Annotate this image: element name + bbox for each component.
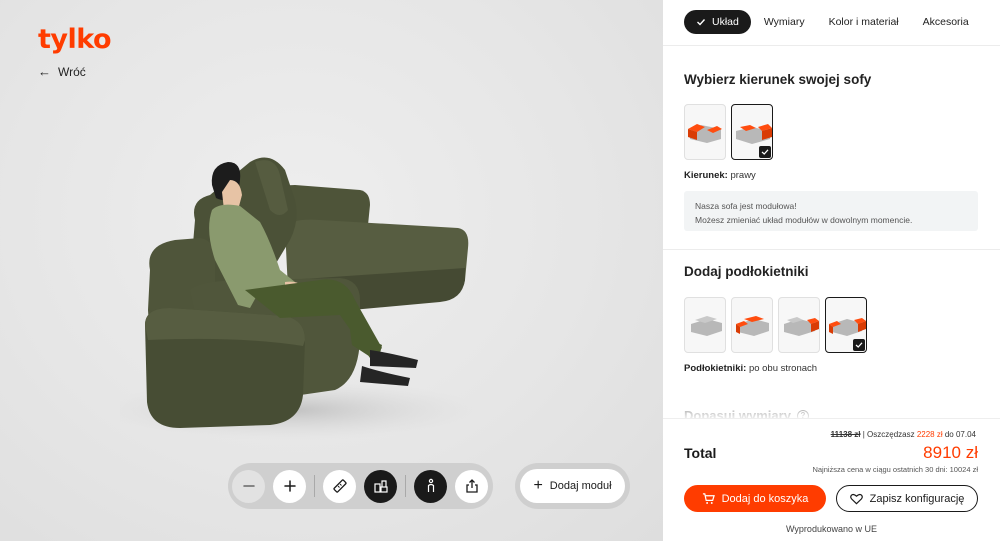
- sofa-thumbnail-icon: [688, 124, 722, 143]
- savings-suffix: do 07.04: [944, 430, 976, 439]
- armrest-options: [684, 297, 867, 353]
- checkout-bar: 11138 zł | Oszczędzasz 2228 zł do 07.04 …: [663, 418, 1000, 541]
- armrest-option-right[interactable]: [778, 297, 820, 353]
- sofa-thumbnail-icon: [736, 316, 769, 336]
- sofa-thumbnail-icon: [736, 124, 772, 144]
- share-icon: [465, 479, 478, 493]
- info-line-1: Nasza sofa jest modułowa!: [695, 201, 797, 211]
- arrow-left-icon: ←: [38, 64, 51, 79]
- direction-value-line: Kierunek: prawy: [684, 170, 756, 181]
- add-module-button[interactable]: + Dodaj moduł: [520, 469, 625, 503]
- modular-info-box: Nasza sofa jest modułowa! Możesz zmienia…: [684, 191, 978, 231]
- direction-option-right[interactable]: [731, 104, 773, 160]
- savings-amount: 2228 zł: [916, 430, 943, 439]
- armrest-option-left[interactable]: [731, 297, 773, 353]
- armrest-option-none[interactable]: [684, 297, 726, 353]
- sofa-thumbnail-icon: [829, 318, 866, 336]
- divider: [663, 45, 1000, 46]
- tab-label: Układ: [712, 16, 739, 28]
- promo-line: 11138 zł | Oszczędzasz 2228 zł do 07.04: [831, 430, 976, 439]
- direction-title: Wybierz kierunek swojej sofy: [684, 72, 872, 87]
- divider: [663, 249, 1000, 250]
- plus-icon: [283, 480, 296, 492]
- direction-option-left[interactable]: [684, 104, 726, 160]
- view-toolbar: [228, 463, 493, 509]
- armrest-value-line: Podłokietniki: po obu stronach: [684, 363, 817, 374]
- add-to-cart-button[interactable]: Dodaj do koszyka: [684, 485, 826, 512]
- back-link[interactable]: ← Wróć: [38, 64, 86, 79]
- save-configuration-label: Zapisz konfigurację: [869, 492, 965, 505]
- direction-value-label: Kierunek:: [684, 170, 728, 181]
- heart-icon: [849, 493, 863, 504]
- add-to-cart-label: Dodaj do koszyka: [721, 492, 809, 505]
- old-price: 11138 zł: [830, 430, 861, 439]
- tab-label: Wymiary: [763, 16, 805, 28]
- minus-icon: [242, 485, 255, 487]
- tab-label: Akcesoria: [922, 16, 969, 28]
- selected-check-icon: [853, 339, 865, 351]
- direction-value: prawy: [730, 170, 756, 181]
- tab-layout[interactable]: Układ: [684, 10, 751, 34]
- configurator-panel: Układ Wymiary Kolor i materiał Akcesoria…: [663, 0, 1000, 541]
- sofa-thumbnail-icon: [784, 317, 819, 336]
- save-configuration-button[interactable]: Zapisz konfigurację: [836, 485, 978, 512]
- info-line-2: Możesz zmieniać układ modułów w dowolnym…: [695, 215, 913, 225]
- toolbar-divider: [314, 475, 315, 497]
- room-view-button[interactable]: [364, 469, 397, 503]
- armrest-value: po obu stronach: [748, 363, 818, 374]
- tab-color-material[interactable]: Kolor i materiał: [818, 10, 910, 34]
- check-icon: [697, 19, 706, 26]
- selected-check-icon: [759, 146, 771, 158]
- tab-accessories[interactable]: Akcesoria: [912, 10, 980, 34]
- sofa-render: [120, 157, 480, 440]
- measure-button[interactable]: [323, 469, 356, 503]
- sofa-thumbnail-icon: [691, 316, 722, 336]
- room-view-icon: [373, 480, 388, 493]
- armrest-option-both[interactable]: [825, 297, 867, 353]
- ruler-icon: [332, 479, 347, 493]
- cart-icon: [702, 493, 715, 504]
- total-price: 8910 zł: [923, 443, 978, 462]
- tab-label: Kolor i materiał: [828, 16, 899, 28]
- lowest-price-note: Najniższa cena w ciągu ostatnich 30 dni:…: [812, 465, 978, 474]
- person-icon: [427, 478, 434, 492]
- config-tabs: Układ Wymiary Kolor i materiał Akcesoria: [684, 10, 980, 34]
- sofa-3d-viewer[interactable]: tylko ← Wróć + Dodaj moduł: [0, 0, 663, 541]
- person-scale-button[interactable]: [414, 469, 447, 503]
- add-module-label: Dodaj moduł: [549, 480, 612, 492]
- zoom-in-button[interactable]: [273, 469, 306, 503]
- add-module-wrapper: + Dodaj moduł: [515, 463, 630, 509]
- armrest-value-label: Podłokietniki:: [684, 363, 747, 374]
- savings-prefix: | Oszczędzasz: [862, 430, 915, 439]
- toolbar-divider: [405, 475, 406, 497]
- plus-icon: +: [533, 477, 543, 494]
- tab-dimensions[interactable]: Wymiary: [753, 10, 816, 34]
- armrests-title: Dodaj podłokietniki: [684, 264, 809, 279]
- brand-logo[interactable]: tylko: [38, 24, 112, 55]
- share-button[interactable]: [455, 469, 488, 503]
- total-label: Total: [684, 445, 717, 461]
- back-label: Wróć: [58, 64, 86, 79]
- direction-options: [684, 104, 773, 160]
- made-in-eu-note: Wyprodukowano w UE: [786, 524, 877, 534]
- zoom-out-button[interactable]: [232, 469, 265, 503]
